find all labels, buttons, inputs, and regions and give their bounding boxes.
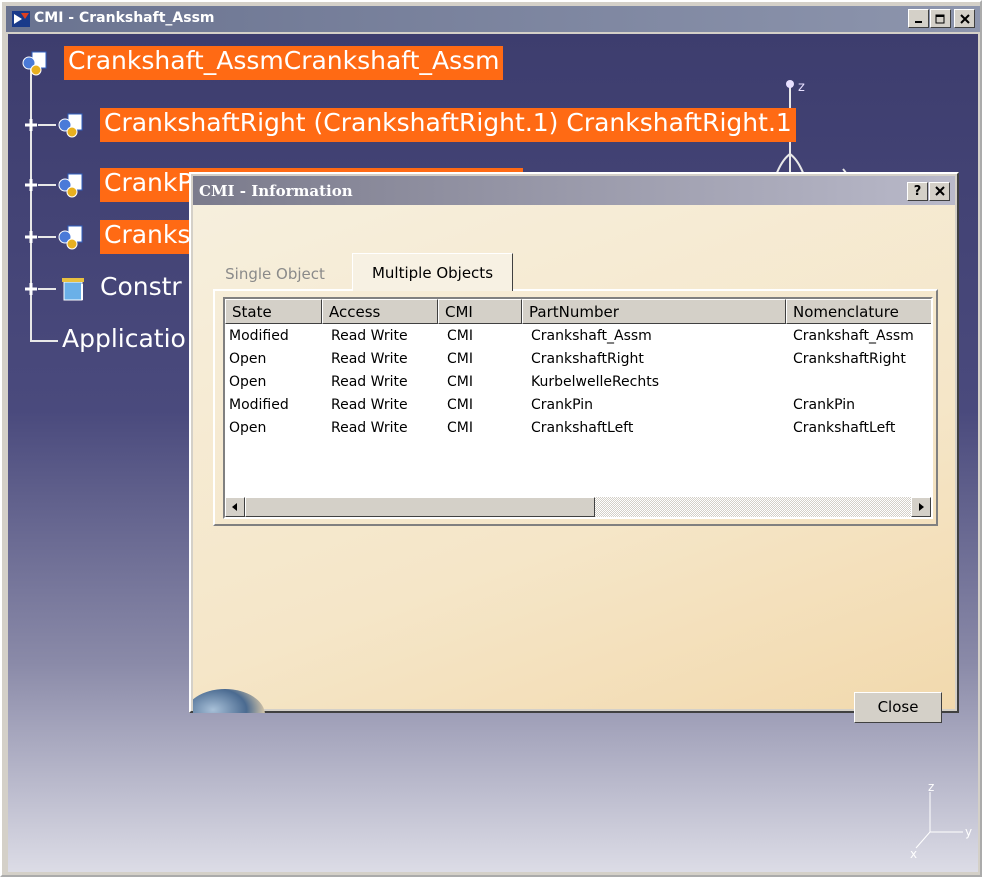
expand-plus-icon[interactable] — [24, 118, 38, 132]
cell-access: Read Write — [331, 397, 408, 413]
cmi-information-dialog: CMI - Information ? Single Object Multip… — [189, 172, 959, 723]
tree-label-crankshaft-left[interactable]: Cranks — [100, 220, 195, 254]
help-button[interactable]: ? — [907, 182, 928, 201]
main-window: CMI - Crankshaft_Assm z Crankshaft_AssmC… — [0, 0, 982, 877]
expand-plus-icon[interactable] — [24, 178, 38, 192]
cell-nomenclature: CrankshaftLeft — [793, 420, 896, 436]
cell-partnumber: CrankshaftRight — [531, 351, 644, 367]
catia-app-icon — [12, 11, 30, 27]
window-title: CMI - Crankshaft_Assm — [34, 10, 215, 26]
axis-z-label: z — [928, 782, 934, 794]
cell-partnumber: KurbelwelleRechts — [531, 374, 660, 390]
tree-label-crankshaft-right[interactable]: CrankshaftRight (CrankshaftRight.1) Cran… — [100, 108, 796, 142]
cell-partnumber: CrankPin — [531, 397, 593, 413]
dialog-title: CMI - Information — [199, 182, 353, 200]
cell-partnumber: CrankshaftLeft — [531, 420, 634, 436]
minimize-button[interactable] — [908, 9, 929, 28]
close-icon — [934, 186, 945, 196]
compass-z-label: z — [798, 80, 805, 95]
cell-cmi: CMI — [447, 328, 473, 344]
close-window-button[interactable] — [954, 9, 975, 28]
cell-access: Read Write — [331, 420, 408, 436]
table-row[interactable]: Open Read Write CMI KurbelwelleRechts — [225, 371, 931, 394]
close-icon — [959, 13, 970, 24]
cell-state: Modified — [229, 397, 289, 413]
cell-access: Read Write — [331, 374, 408, 390]
tab-single-object[interactable]: Single Object — [213, 257, 337, 291]
expand-plus-icon[interactable] — [24, 230, 38, 244]
cell-nomenclature: CrankshaftRight — [793, 351, 906, 367]
maximize-button[interactable] — [930, 9, 951, 28]
window-titlebar[interactable]: CMI - Crankshaft_Assm — [6, 6, 980, 32]
constraints-icon — [62, 278, 84, 301]
maximize-icon — [935, 14, 945, 23]
table-row[interactable]: Open Read Write CMI CrankshaftLeft Crank… — [225, 417, 931, 440]
table-row[interactable]: Modified Read Write CMI Crankshaft_Assm … — [225, 325, 931, 348]
tree-label-constraints[interactable]: Constr — [96, 272, 186, 306]
scroll-left-button[interactable] — [225, 497, 245, 517]
table-row[interactable]: Modified Read Write CMI CrankPin CrankPi… — [225, 394, 931, 417]
cell-state: Modified — [229, 328, 289, 344]
column-header-nomenclature[interactable]: Nomenclature — [786, 299, 931, 324]
product-icon — [58, 173, 83, 198]
dialog-titlebar[interactable]: CMI - Information ? — [193, 176, 955, 205]
cell-state: Open — [229, 420, 267, 436]
table-row[interactable]: Open Read Write CMI CrankshaftRight Cran… — [225, 348, 931, 371]
assembly-icon — [22, 51, 47, 76]
tree-label-applications[interactable]: Applicatio — [58, 324, 190, 358]
tab-multiple-objects[interactable]: Multiple Objects — [352, 253, 513, 291]
cell-cmi: CMI — [447, 420, 473, 436]
scrollbar-thumb[interactable] — [245, 497, 595, 517]
product-icon — [58, 113, 83, 138]
cell-nomenclature: Crankshaft_Assm — [793, 328, 914, 344]
arrow-left-icon — [232, 503, 237, 511]
axis-y-label: y — [965, 825, 972, 839]
tree-label-root[interactable]: Crankshaft_AssmCrankshaft_Assm — [64, 46, 504, 80]
cell-nomenclature: CrankPin — [793, 397, 855, 413]
column-header-cmi[interactable]: CMI — [438, 299, 522, 324]
column-header-state[interactable]: State — [225, 299, 322, 324]
axis-triad-icon: z y x — [910, 782, 972, 861]
product-icon — [58, 225, 83, 250]
cell-access: Read Write — [331, 351, 408, 367]
column-header-access[interactable]: Access — [322, 299, 438, 324]
close-button[interactable]: Close — [854, 692, 942, 723]
cell-cmi: CMI — [447, 397, 473, 413]
dialog-close-x-button[interactable] — [929, 182, 950, 201]
cell-state: Open — [229, 351, 267, 367]
cell-cmi: CMI — [447, 374, 473, 390]
cell-state: Open — [229, 374, 267, 390]
cell-partnumber: Crankshaft_Assm — [531, 328, 652, 344]
column-header-partnumber[interactable]: PartNumber — [522, 299, 786, 324]
globe-decoration-icon — [193, 689, 265, 713]
cmi-object-list[interactable]: State Access CMI PartNumber Nomenclature… — [223, 297, 933, 519]
cell-access: Read Write — [331, 328, 408, 344]
horizontal-scrollbar[interactable] — [225, 497, 931, 517]
dialog-body: Single Object Multiple Objects State Acc… — [193, 205, 955, 723]
scroll-right-button[interactable] — [911, 497, 931, 517]
tab-panel: State Access CMI PartNumber Nomenclature… — [213, 289, 938, 526]
arrow-right-icon — [919, 503, 924, 511]
expand-plus-icon[interactable] — [24, 282, 38, 296]
axis-x-label: x — [910, 847, 917, 861]
list-header: State Access CMI PartNumber Nomenclature — [225, 299, 931, 324]
minimize-icon — [914, 20, 922, 23]
cell-cmi: CMI — [447, 351, 473, 367]
